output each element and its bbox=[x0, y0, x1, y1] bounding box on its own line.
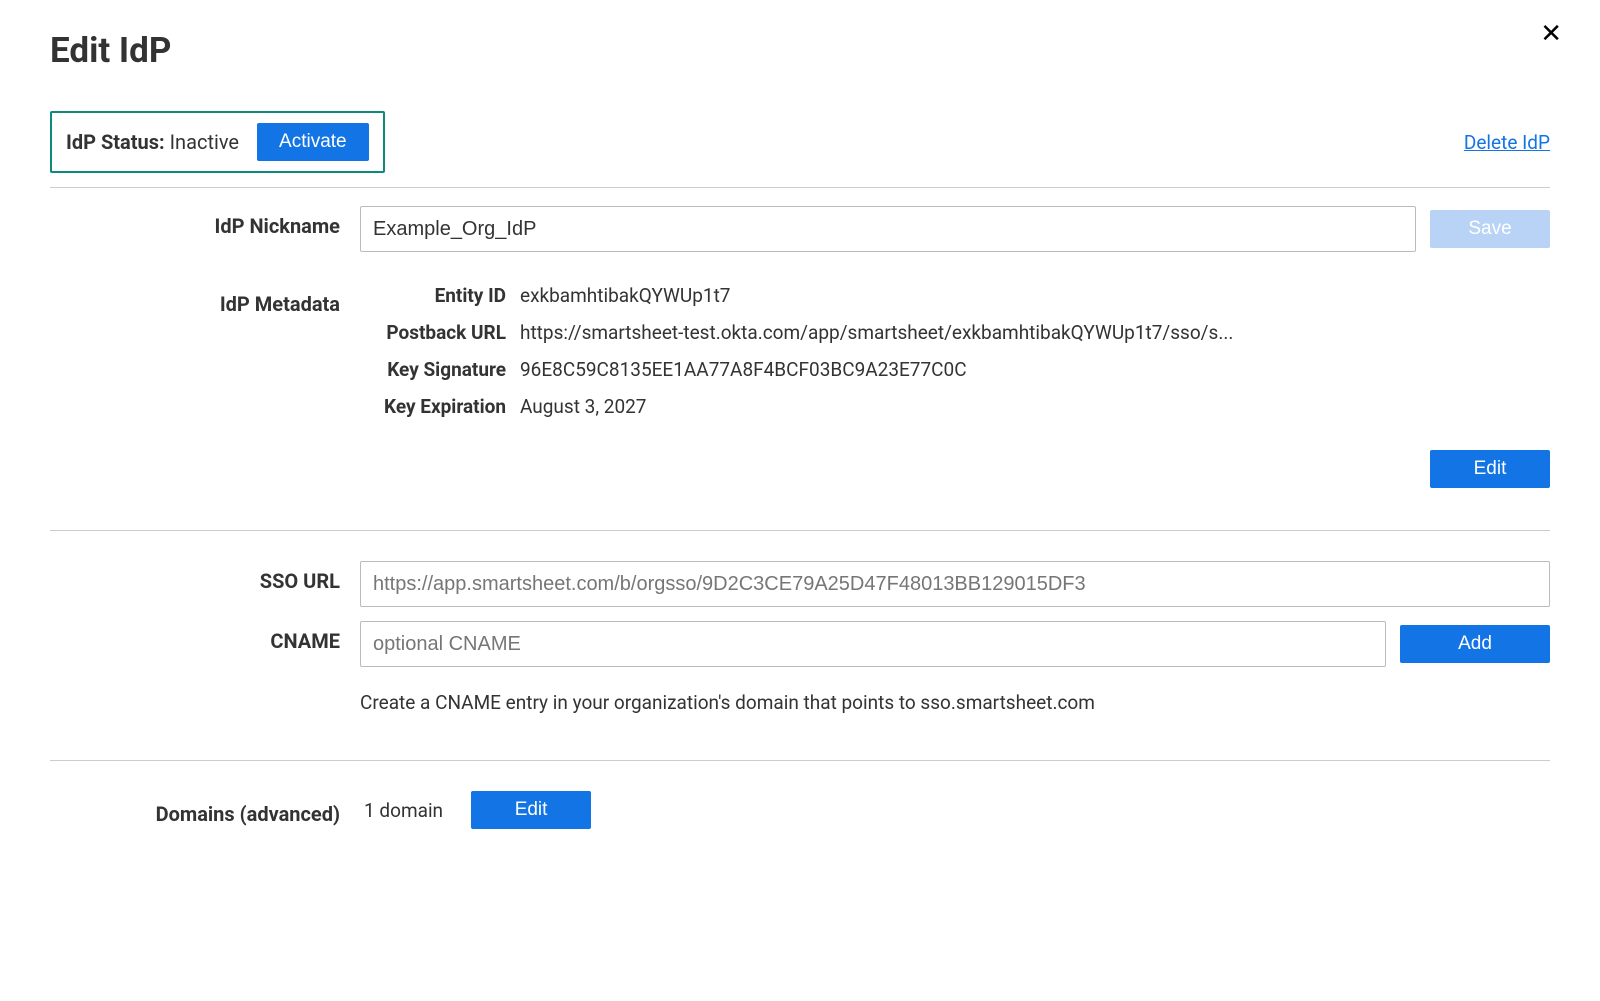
section-divider bbox=[50, 530, 1550, 531]
key-signature-label: Key Signature bbox=[360, 358, 520, 381]
sso-url-input[interactable] bbox=[360, 561, 1550, 607]
status-highlight-box: IdP Status: Inactive Activate bbox=[50, 111, 385, 173]
idp-status-value: Inactive bbox=[170, 130, 239, 154]
page-title: Edit IdP bbox=[50, 30, 1550, 71]
idp-status-text: IdP Status: Inactive bbox=[66, 130, 239, 154]
save-nickname-button: Save bbox=[1430, 210, 1550, 248]
domains-section: Domains (advanced) 1 domain Edit bbox=[50, 771, 1550, 829]
entity-id-value: exkbamhtibakQYWUp1t7 bbox=[520, 284, 1550, 307]
add-cname-button[interactable]: Add bbox=[1400, 625, 1550, 663]
key-signature-value: 96E8C59C8135EE1AA77A8F4BCF03BC9A23E77C0C bbox=[520, 358, 1550, 381]
entity-id-label: Entity ID bbox=[360, 284, 520, 307]
nickname-section: IdP Nickname Save bbox=[50, 188, 1550, 278]
idp-status-label: IdP Status: bbox=[66, 130, 165, 154]
key-expiration-value: August 3, 2027 bbox=[520, 395, 1550, 418]
status-row: IdP Status: Inactive Activate Delete IdP bbox=[50, 111, 1550, 188]
domains-label: Domains (advanced) bbox=[50, 794, 360, 826]
delete-idp-link[interactable]: Delete IdP bbox=[1464, 131, 1550, 154]
metadata-label: IdP Metadata bbox=[50, 284, 360, 316]
cname-label: CNAME bbox=[50, 621, 360, 653]
section-divider-2 bbox=[50, 760, 1550, 761]
edit-metadata-button[interactable]: Edit bbox=[1430, 450, 1550, 488]
cname-help-text: Create a CNAME entry in your organizatio… bbox=[360, 691, 1550, 714]
key-expiration-label: Key Expiration bbox=[360, 395, 520, 418]
cname-input[interactable] bbox=[360, 621, 1386, 667]
sso-url-label: SSO URL bbox=[50, 561, 360, 593]
activate-button[interactable]: Activate bbox=[257, 123, 369, 161]
edit-domains-button[interactable]: Edit bbox=[471, 791, 591, 829]
metadata-section: IdP Metadata Entity ID exkbamhtibakQYWUp… bbox=[50, 278, 1550, 516]
postback-url-value: https://smartsheet-test.okta.com/app/sma… bbox=[520, 321, 1550, 344]
nickname-input[interactable] bbox=[360, 206, 1416, 252]
close-button[interactable]: ✕ bbox=[1532, 16, 1570, 50]
sso-section: SSO URL CNAME Add Create a CNAME entry i… bbox=[50, 561, 1550, 746]
domains-count: 1 domain bbox=[364, 799, 443, 822]
nickname-label: IdP Nickname bbox=[50, 206, 360, 238]
postback-url-label: Postback URL bbox=[360, 321, 520, 344]
